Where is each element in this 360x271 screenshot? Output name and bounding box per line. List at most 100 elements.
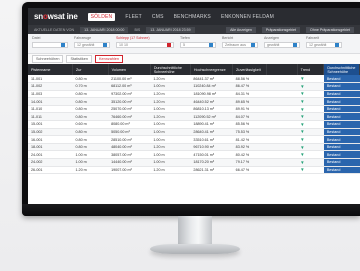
table-row[interactable]: 11-001 0.80 m 21100.00 m³ 1.20 m 86441.37 m³… — [28, 75, 360, 84]
table-row[interactable]: 11-011 0.80 m 76460.00 m³ 1.20 m 112090.52 m… — [28, 112, 360, 122]
date-to-field[interactable]: 13. JANUARI 2018 23:59 — [146, 26, 195, 33]
tab-schneehoehen[interactable]: Schneehöhen — [32, 55, 64, 63]
table-cell: ▼ — [297, 105, 324, 114]
column-header[interactable]: Hochschneegrenze — [190, 64, 234, 75]
table-cell: ▼ — [297, 150, 324, 160]
nav-item-extra[interactable]: ENKONNEN FELDAM — [221, 14, 274, 20]
table-cell: ▼ — [297, 120, 324, 129]
filter-datei-input[interactable] — [32, 42, 68, 48]
table-cell: Bestand — [323, 97, 360, 106]
filter-anzeigen-input[interactable]: gewählt — [264, 42, 300, 48]
table-header-row: Pistenname Zur Volumen Durchschnittliche… — [28, 64, 360, 75]
table-cell: 15-001 — [28, 120, 73, 129]
table-row[interactable]: 11-010 0.80 m 25070.00 m³ 1.00 m 86810.13 m³… — [28, 105, 360, 114]
column-header[interactable]: Pistenname — [28, 64, 73, 75]
table-cell: Bestand — [323, 150, 360, 160]
table-row[interactable]: 16-001 0.80 m 28510.00 m³ 1.00 m 33510.61 m³… — [28, 135, 360, 144]
table-row[interactable]: 14-001 0.80 m 35120.00 m³ 1.20 m 46440.52 m³… — [28, 97, 360, 106]
table-cell: 88.56 % — [232, 75, 267, 84]
stop-icon — [167, 43, 171, 47]
filter-schlepp-input[interactable]: 10 10 — [116, 42, 174, 48]
table-cell: 1.00 m — [150, 150, 191, 160]
table-cell: 1.00 m — [150, 105, 191, 114]
table-cell: 0.80 m — [72, 135, 109, 144]
column-header[interactable]: Volumen — [108, 64, 151, 75]
nav-item-solden[interactable]: SÖLDEN — [87, 12, 116, 21]
table-cell: 0.80 m — [72, 97, 109, 106]
table-cell: 0.80 m — [72, 128, 109, 137]
table-cell — [266, 150, 298, 160]
table-cell: 1.00 m — [72, 150, 109, 160]
table-cell: ▼ — [297, 135, 324, 144]
prep-area-button[interactable]: Präparationsgebiet — [261, 26, 301, 33]
filter-datei[interactable]: Datei — [32, 36, 68, 48]
column-header[interactable]: Durchschnittliche Schneehöhe — [150, 64, 191, 75]
table-cell: 97302.00 m³ — [108, 90, 151, 99]
filter-tiefen[interactable]: Tiefen 5 — [180, 36, 216, 48]
table-cell: 0.80 m — [72, 112, 109, 122]
filter-tiefen-input[interactable]: 5 — [180, 42, 216, 48]
table-row[interactable]: 26-001 1.20 m 19007.00 m³ 1.20 m 28621.31 m³… — [28, 166, 360, 175]
table-cell: 21100.00 m³ — [108, 75, 151, 84]
filter-bericht-input[interactable]: Zeitraum aus — [222, 42, 258, 48]
table-cell: 14440.00 m³ — [108, 158, 151, 167]
table-cell — [266, 158, 298, 167]
filter-fahrzeuge-input[interactable]: 12 gewählt — [74, 42, 110, 48]
table-cell — [266, 135, 298, 144]
table-cell: 96710.90 m³ — [190, 143, 233, 152]
filter-schlepp[interactable]: Schlepp (17 Schnee) 10 10 — [116, 36, 174, 48]
table-cell: ▼ — [297, 112, 324, 122]
table-cell: ▼ — [297, 166, 324, 175]
table-cell: 11-001 — [28, 75, 73, 84]
table-cell: 76460.00 m³ — [108, 112, 151, 122]
column-header[interactable]: Trend — [297, 64, 325, 75]
table-cell — [266, 128, 298, 137]
nav-item-benchmarks[interactable]: BENCHMARKS — [174, 14, 211, 20]
filter-fahrzeuge[interactable]: Fahrzeuge 12 gewählt — [74, 36, 110, 48]
table-cell: 0.60 m — [72, 120, 109, 129]
dropdown-icon — [209, 43, 213, 47]
table-row[interactable]: 11-002 0.70 m 68112.00 m³ 1.00 m 110240.84 m… — [28, 82, 360, 91]
date-from-field[interactable]: 13. JANUARI 2018 00:00 — [80, 26, 129, 33]
table-cell: ▼ — [297, 75, 324, 84]
table-cell: 1.00 m — [150, 158, 191, 167]
table-cell: 84.07 % — [232, 112, 267, 122]
table-cell: 24-002 — [28, 158, 73, 167]
monitor-stand-base — [150, 244, 240, 254]
search-icon — [335, 43, 339, 47]
nav-item-cms[interactable]: CMS — [152, 14, 164, 20]
table-cell: 28621.31 m³ — [190, 166, 233, 175]
tab-statistiken[interactable]: Statistiken — [66, 55, 92, 63]
table-cell: 68112.00 m³ — [108, 82, 151, 91]
filter-anzeigen[interactable]: Anzeigen gewählt — [264, 36, 300, 48]
table-row[interactable]: 15-001 0.60 m 8080.00 m³ 1.00 m 18890.41 m³ 8… — [28, 120, 360, 129]
table-cell: Bestand — [323, 82, 360, 91]
tab-kennzahlen[interactable]: Kennzahlen — [94, 55, 124, 63]
table-cell: 66.47 % — [232, 166, 267, 175]
no-prep-area-button[interactable]: Ohne Präparationsgebiet — [306, 26, 354, 33]
filter-bericht[interactable]: Bericht Zeitraum aus — [222, 36, 258, 48]
table-cell: 75.53 % — [232, 128, 267, 137]
table-row[interactable]: 11-003 0.80 m 97302.00 m³ 1.20 m 181090.98 m… — [28, 90, 360, 99]
filter-fahrzeit-input[interactable]: 12 gewählt — [306, 42, 342, 48]
column-header[interactable] — [266, 64, 298, 75]
nav-item-fleet[interactable]: FLEET — [125, 14, 142, 20]
filter-fahrzeit[interactable]: Fahrzeit 12 gewählt — [306, 36, 342, 48]
table-row[interactable]: 15-002 0.80 m 5050.00 m³ 1.00 m 28640.41 m³ 7… — [28, 128, 360, 137]
column-header[interactable]: Zur — [72, 64, 109, 75]
table-cell: 28640.41 m³ — [190, 128, 233, 137]
show-all-button[interactable]: Alle Anzeigen — [226, 26, 256, 33]
table-cell — [266, 105, 298, 114]
table-cell: 1.20 m — [150, 90, 191, 99]
table-row[interactable]: 24-002 1.00 m 14440.00 m³ 1.00 m 18170.20 m³… — [28, 158, 360, 167]
column-header[interactable]: Zuverlässigkeit — [232, 64, 267, 75]
column-header[interactable]: Durchschnittliche Schneehöhe — [323, 64, 360, 75]
table-cell: 0.80 m — [72, 105, 109, 114]
brand-logo[interactable]: snowsat ine — [34, 12, 78, 21]
table-cell: Bestand — [323, 135, 360, 144]
table-row[interactable]: 18-001 0.80 m 48040.00 m³ 1.20 m 96710.90 m³… — [28, 143, 360, 152]
table-cell: 18170.20 m³ — [190, 158, 233, 167]
table-cell: 11-002 — [28, 82, 73, 91]
table-row[interactable]: 24-001 1.00 m 38057.00 m³ 1.00 m 47150.01 m³… — [28, 150, 360, 160]
table-cell: 0.80 m — [72, 90, 109, 99]
